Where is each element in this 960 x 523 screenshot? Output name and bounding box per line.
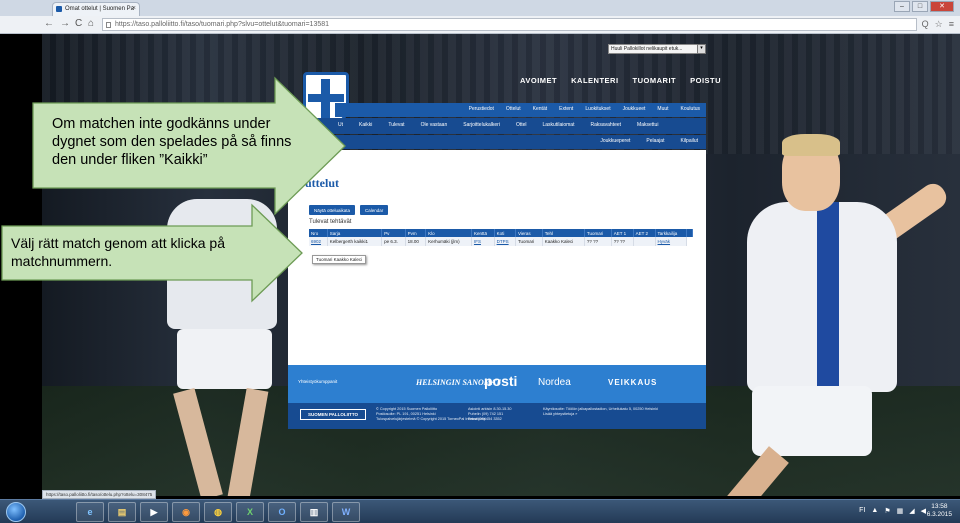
clock[interactable]: 13:58 6.3.2015 — [927, 503, 952, 519]
volume-icon[interactable]: ◀ — [921, 507, 926, 515]
ie-icon[interactable]: e — [76, 502, 104, 522]
action-center-icon[interactable]: ⚑ — [884, 507, 890, 515]
chrome-icon[interactable]: ◍ — [204, 502, 232, 522]
excel-icon[interactable]: X — [236, 502, 264, 522]
app-icon[interactable]: ▥ — [300, 502, 328, 522]
system-tray: FI ▲ ⚑ ▦ ◢ ◀ — [859, 507, 926, 515]
start-button[interactable] — [6, 502, 26, 522]
clock-time: 13:58 — [931, 503, 948, 510]
firefox-icon[interactable]: ◉ — [172, 502, 200, 522]
windows-taskbar: e ▤ ▶ ◉ ◍ X O ▥ W FI ▲ ⚑ ▦ ◢ ◀ 13:58 6.3… — [0, 499, 960, 523]
outlook-icon[interactable]: O — [268, 502, 296, 522]
media-player-icon[interactable]: ▶ — [140, 502, 168, 522]
callout-top-text: Om matchen inte godkänns under dygnet so… — [52, 116, 292, 168]
display-icon[interactable]: ▦ — [897, 507, 904, 515]
callout-bottom-text: Välj rätt match genom att klicka på matc… — [11, 235, 225, 269]
word-icon[interactable]: W — [332, 502, 360, 522]
network-icon[interactable]: ◢ — [909, 507, 914, 515]
show-hidden-icons-icon[interactable]: ▲ — [871, 507, 878, 515]
language-indicator[interactable]: FI — [859, 507, 865, 515]
explorer-icon[interactable]: ▤ — [108, 502, 136, 522]
clock-date: 6.3.2015 — [926, 511, 952, 518]
